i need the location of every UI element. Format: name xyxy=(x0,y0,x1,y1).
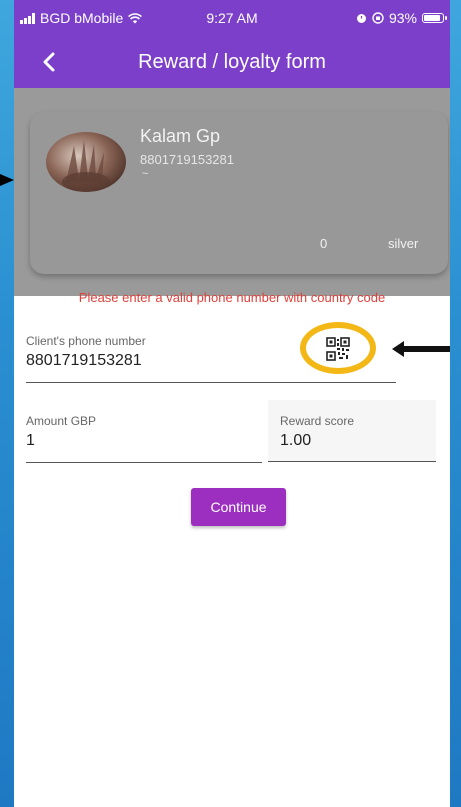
amount-field-value[interactable]: 1 xyxy=(26,432,262,450)
battery-percent: 93% xyxy=(388,10,417,26)
app-bar: Reward / loyalty form xyxy=(14,36,450,88)
page-title: Reward / loyalty form xyxy=(138,51,326,73)
avatar-photo xyxy=(62,140,110,192)
customer-name: Kalam Gp xyxy=(140,126,221,146)
pointer-arrow-icon xyxy=(392,341,450,357)
qr-code-icon[interactable] xyxy=(326,337,350,361)
avatar xyxy=(46,132,126,192)
amount-field[interactable]: Amount GBP 1 xyxy=(26,414,262,463)
annotation-arrow-icon xyxy=(0,174,14,186)
orientation-lock-icon xyxy=(372,12,384,24)
battery-icon xyxy=(422,13,447,23)
alarm-icon xyxy=(356,14,366,23)
customer-phone: 8801719153281 xyxy=(140,152,234,167)
error-message: Please enter a valid phone number with c… xyxy=(78,290,386,305)
amount-field-label: Amount GBP xyxy=(26,414,97,428)
tier-label: silver xyxy=(388,236,419,251)
reward-score-label: Reward score xyxy=(280,414,355,428)
reward-score-value[interactable]: 1.00 xyxy=(280,432,436,450)
points-value: 0 xyxy=(320,236,328,251)
qr-highlight xyxy=(300,322,388,382)
customer-note: ~ xyxy=(142,168,149,180)
status-bar: BGD bMobile 9:27 AM 93% xyxy=(14,0,450,36)
continue-button[interactable]: Continue xyxy=(191,488,286,526)
reward-score-field[interactable]: Reward score 1.00 xyxy=(268,400,436,462)
phone-screen: BGD bMobile 9:27 AM 93% Reward / loyalty… xyxy=(14,0,450,807)
